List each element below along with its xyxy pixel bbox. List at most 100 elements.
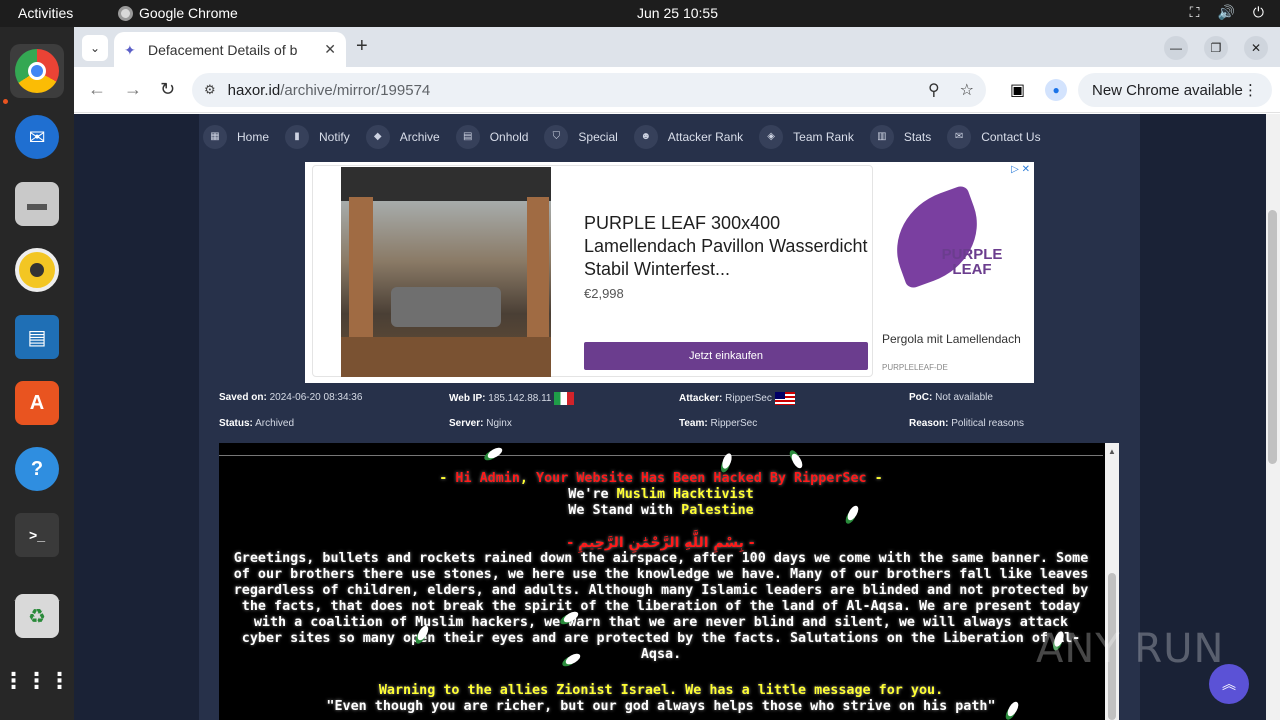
system-top-bar: Activities Google Chrome Jun 25 10:55 ⛶ … [0, 0, 1280, 27]
more-menu-icon[interactable]: ⋮ [1243, 81, 1258, 99]
ad-price: €2,998 [584, 286, 624, 301]
tab-strip: ⌄ ✦ Defacement Details of b ✕ + — ❐ ✕ [74, 27, 1280, 67]
dock-thunderbird[interactable]: ✉ [10, 110, 64, 164]
attacker-link[interactable]: RipperSec [725, 393, 772, 404]
scroll-to-top-button[interactable]: ︽ [1209, 664, 1249, 704]
tab-close-icon[interactable]: ✕ [324, 41, 336, 58]
team-link[interactable]: RipperSec [711, 418, 758, 429]
dock-rhythmbox[interactable] [10, 243, 64, 297]
update-chrome-label: New Chrome available [1092, 81, 1243, 99]
dock-app-grid[interactable]: ⋮⋮⋮ [3, 654, 71, 708]
nav-contact[interactable]: ✉ Contact Us [947, 124, 1041, 149]
nav-archive[interactable]: ◆ Archive [365, 124, 440, 149]
info-reason: Reason: Political reasons [909, 418, 1025, 429]
ad-brand-logo[interactable]: PURPLE LEAF [881, 184, 1022, 290]
nav-attacker-rank[interactable]: ☻ Attacker Rank [633, 124, 743, 149]
update-chrome-button[interactable]: New Chrome available ⋮ [1078, 73, 1272, 107]
ad-card[interactable]: PURPLE LEAF 300x400 Lamellendach Pavillo… [312, 165, 873, 377]
running-indicator [3, 99, 8, 104]
page-scrollbar[interactable] [1266, 114, 1280, 720]
mirror-scrollbar[interactable]: ▲ [1105, 443, 1119, 720]
bookmark-icon: ▮ [285, 124, 310, 149]
nav-stats[interactable]: ▥ Stats [869, 124, 932, 149]
chevron-down-icon: ⌄ [89, 41, 101, 55]
site-info-icon[interactable]: ⚙ [204, 82, 216, 98]
scroll-up-arrow-icon[interactable]: ▲ [1108, 447, 1116, 456]
adchoices-icon[interactable]: ▷ ✕ [1011, 164, 1030, 175]
dock-files[interactable]: ▬ [10, 177, 64, 231]
url-path: /archive/mirror/199574 [280, 81, 431, 99]
info-saved: Saved on: 2024-06-20 08:34:36 [219, 392, 363, 403]
files-icon: ▬ [15, 182, 59, 226]
thunderbird-icon: ✉ [15, 115, 59, 159]
deface-headline: - Hi Admin, Your Website Has Been Hacked… [439, 471, 883, 486]
bookmark-star-icon[interactable]: ☆ [960, 80, 974, 100]
envelope-icon: ✉ [947, 124, 972, 149]
forward-button[interactable]: → [124, 79, 142, 100]
deface-paragraph: Greetings, bullets and rockets rained do… [233, 551, 1089, 662]
nav-label: Onhold [489, 129, 529, 144]
ad-product-image[interactable] [341, 167, 551, 377]
network-icon: ⛶ [1189, 4, 1200, 20]
nav-team-rank[interactable]: ◈ Team Rank [759, 124, 854, 149]
back-button[interactable]: ← [88, 79, 106, 100]
help-icon: ? [15, 447, 59, 491]
layers-icon: ◈ [759, 124, 784, 149]
italy-flag-icon [554, 392, 575, 405]
new-tab-button[interactable]: + [356, 35, 368, 58]
ad-cta-button[interactable]: Jetzt einkaufen [584, 342, 868, 370]
app-center-icon: A [15, 381, 59, 425]
dock-writer[interactable]: ▤ [10, 310, 64, 364]
site-container: ▦ Home ▮ Notify ◆ Archive ▤ Onhold ⛉ Special … [199, 114, 1140, 720]
tab-search-button[interactable]: ⌄ [82, 35, 108, 61]
profile-avatar[interactable]: ● [1045, 79, 1068, 101]
document-icon: ▤ [455, 124, 480, 149]
maximize-button[interactable]: ❐ [1204, 36, 1228, 60]
nav-label: Team Rank [793, 129, 854, 144]
deface-message: - Hi Admin, Your Website Has Been Hacked… [219, 471, 1103, 715]
address-bar[interactable]: ⚙ haxor.id/archive/mirror/199574 ⚲ ☆ [192, 73, 986, 107]
site-favicon-icon: ✦ [124, 41, 136, 58]
info-poc: PoC: Not available [909, 392, 993, 403]
close-window-button[interactable]: ✕ [1244, 36, 1268, 60]
shield-icon: ⛉ [544, 124, 569, 149]
tab-title: Defacement Details of b [148, 41, 298, 58]
dock-app-center[interactable]: A [10, 376, 64, 430]
nav-special[interactable]: ⛉ Special [544, 124, 618, 149]
nav-notify[interactable]: ▮ Notify [285, 124, 350, 149]
double-chevron-up-icon: ︽ [1222, 676, 1236, 692]
dock: ✉ ▬ ▤ A ? >_ ♻ ⋮⋮⋮ [0, 27, 74, 720]
dock-help[interactable]: ? [10, 442, 64, 496]
dock-terminal[interactable]: >_ [10, 508, 64, 562]
site-nav: ▦ Home ▮ Notify ◆ Archive ▤ Onhold ⛉ Special … [199, 114, 1140, 159]
minimize-button[interactable]: — [1164, 36, 1188, 60]
info-team: Team: RipperSec [679, 418, 758, 429]
feather-icon [486, 445, 504, 461]
nav-label: Stats [903, 129, 932, 144]
nav-onhold[interactable]: ▤ Onhold [455, 124, 529, 149]
anyrun-watermark: ANY RUN [1036, 626, 1225, 672]
page-viewport: ▦ Home ▮ Notify ◆ Archive ▤ Onhold ⛉ Special … [74, 114, 1280, 720]
terminal-icon: >_ [15, 513, 59, 557]
url-text[interactable]: haxor.id/archive/mirror/199574 [228, 82, 928, 99]
clock[interactable]: Jun 25 10:55 [0, 5, 1280, 21]
archive-icon: ◆ [365, 124, 390, 149]
mirror-iframe[interactable]: - Hi Admin, Your Website Has Been Hacked… [219, 443, 1119, 720]
system-tray[interactable]: ⛶ 🔊 ⏻ [1190, 4, 1264, 21]
nav-label: Notify [319, 129, 350, 144]
nav-home[interactable]: ▦ Home [203, 124, 269, 149]
zoom-icon[interactable]: ⚲ [928, 80, 940, 100]
ad-side-text[interactable]: Pergola mit Lamellendach [882, 331, 1022, 347]
dock-chrome[interactable] [10, 44, 64, 98]
side-panel-icon[interactable]: ▣ [1010, 80, 1025, 100]
power-icon: ⏻ [1252, 4, 1264, 20]
nav-label: Contact Us [981, 129, 1041, 144]
deface-line2: We're Muslim Hacktivist [568, 487, 754, 502]
advertisement[interactable]: ▷ ✕ PURPLE LEAF 300x400 Lamellendach Pav… [305, 162, 1034, 383]
reload-button[interactable]: ↻ [160, 79, 175, 100]
ad-title[interactable]: PURPLE LEAF 300x400 Lamellendach Pavillo… [584, 212, 869, 281]
tab-active[interactable]: ✦ Defacement Details of b ✕ [114, 32, 346, 67]
malaysia-flag-icon [774, 392, 795, 405]
dock-trash[interactable]: ♻ [10, 589, 64, 643]
chart-icon: ▥ [869, 124, 894, 149]
